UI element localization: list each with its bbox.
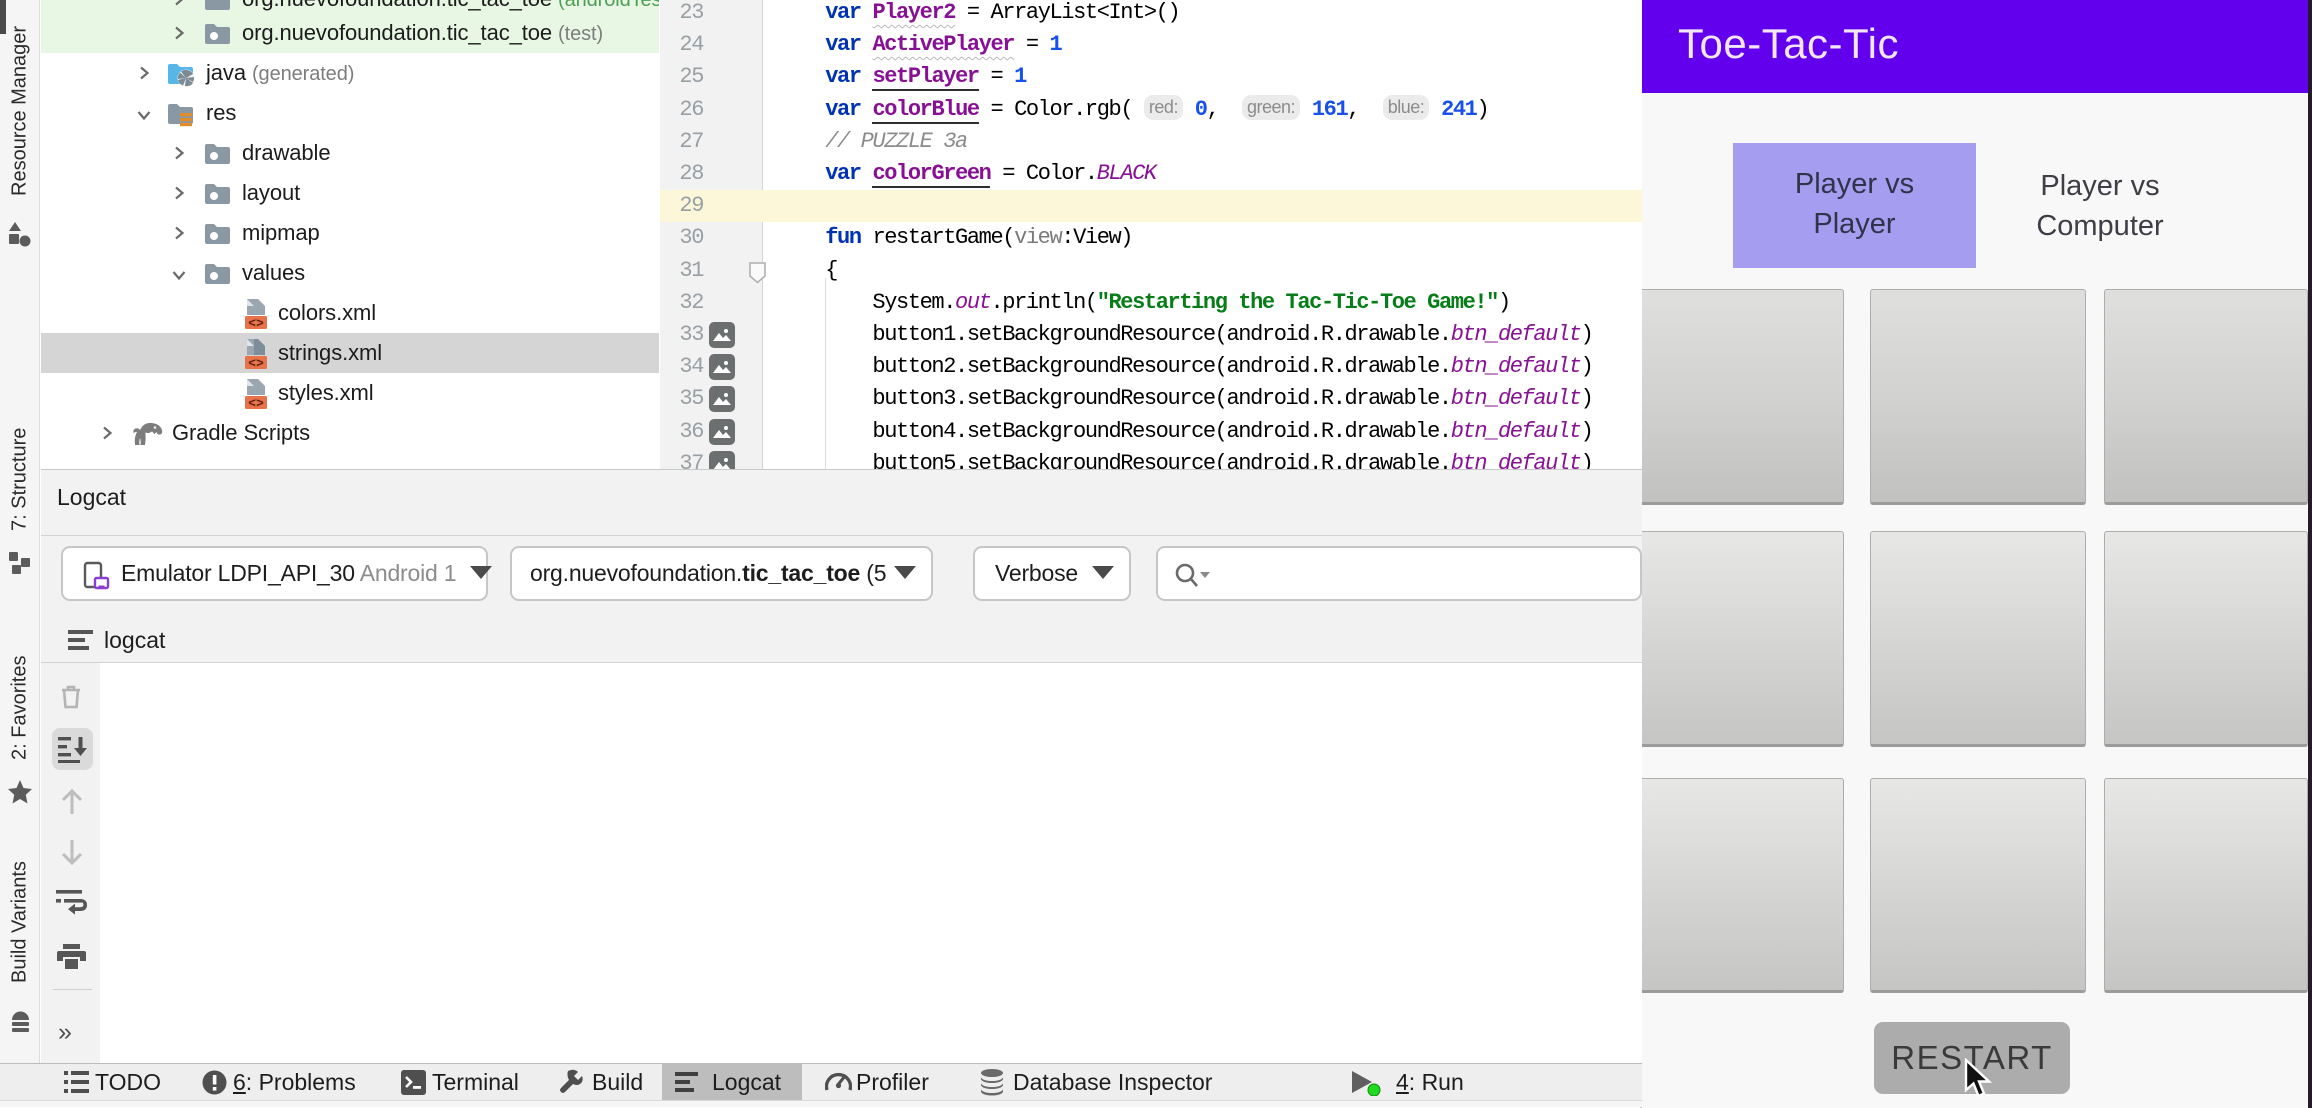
svg-text:<>: <>: [248, 316, 264, 329]
svg-text:<>: <>: [248, 396, 264, 409]
svg-text:<>: <>: [248, 356, 264, 369]
